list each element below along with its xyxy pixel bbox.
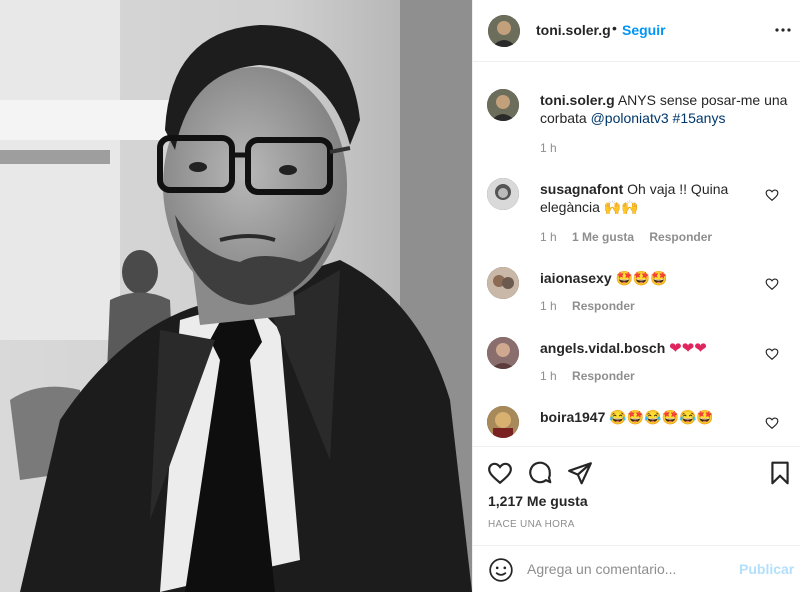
save-bookmark-icon[interactable] (767, 460, 793, 486)
share-send-icon[interactable] (567, 460, 593, 486)
caption-timestamp[interactable]: 1 h (540, 141, 557, 155)
commenter-avatar[interactable] (487, 178, 519, 210)
caption-mention-link[interactable]: @poloniatv3 (591, 110, 669, 126)
commenter-avatar[interactable] (487, 406, 519, 438)
post-photo[interactable] (0, 0, 472, 592)
comment-likes-count[interactable]: 1 Me gusta (572, 230, 634, 244)
comment-timestamp[interactable]: 1 h (540, 369, 557, 383)
avatar-image (487, 406, 519, 438)
post-timestamp[interactable]: HACE UNA HORA (488, 519, 575, 530)
like-comment-heart-icon[interactable] (765, 188, 779, 202)
caption-username[interactable]: toni.soler.g (540, 92, 615, 108)
avatar-image (487, 178, 519, 210)
like-comment-heart-icon[interactable] (765, 347, 779, 361)
caption-hashtag-link[interactable]: #15anys (673, 110, 726, 126)
comment-icon[interactable] (527, 460, 553, 486)
reply-button[interactable]: Responder (572, 299, 635, 313)
comment-meta: 1 h 1 Me gusta Responder (540, 230, 724, 244)
raising-hands-emoji-icon: 🙌🙌 (603, 199, 639, 215)
post-side-panel: toni.soler.g • Seguir toni.soler.g ANYS … (472, 0, 800, 592)
emoji-smile-icon[interactable] (488, 557, 514, 583)
commenter-avatar[interactable] (487, 267, 519, 299)
comment-username[interactable]: boira1947 (540, 409, 605, 425)
author-avatar[interactable] (488, 15, 520, 47)
comment-meta: 1 h Responder (540, 369, 647, 383)
like-comment-heart-icon[interactable] (765, 277, 779, 291)
reply-button[interactable]: Responder (572, 369, 635, 383)
comment-text-block: angels.vidal.bosch ❤❤❤ (540, 339, 760, 358)
reply-button[interactable]: Responder (649, 230, 712, 244)
separator-dot: • (612, 20, 617, 36)
comment-text-block: iaionasexy 🤩🤩🤩 (540, 269, 740, 287)
avatar-image (488, 15, 520, 47)
caption-text-block: toni.soler.g ANYS sense posar-me una cor… (540, 91, 790, 127)
comment-timestamp[interactable]: 1 h (540, 230, 557, 244)
post-header: toni.soler.g • Seguir (473, 0, 800, 62)
commenter-avatar[interactable] (487, 337, 519, 369)
author-username[interactable]: toni.soler.g (536, 22, 611, 38)
add-comment-bar: Publicar (473, 545, 800, 592)
red-heart-emoji-icon: ❤❤❤ (669, 340, 707, 357)
avatar-image (487, 337, 519, 369)
comment-input[interactable] (527, 558, 727, 580)
comment-username[interactable]: susagnafont (540, 181, 623, 197)
like-heart-icon[interactable] (487, 460, 513, 486)
star-struck-emoji-icon: 🤩🤩🤩 (615, 270, 668, 286)
like-comment-heart-icon[interactable] (765, 416, 779, 430)
likes-count[interactable]: 1,217 Me gusta (488, 493, 588, 509)
laughing-star-struck-emoji-icon: 😂🤩😂🤩😂🤩 (609, 409, 714, 425)
avatar-image (487, 267, 519, 299)
publish-button[interactable]: Publicar (739, 561, 794, 577)
comment-text-block: susagnafont Oh vaja !! Quina elegància 🙌… (540, 180, 740, 216)
more-horizontal-icon[interactable] (771, 18, 795, 42)
selfie-image (0, 0, 472, 592)
comment-username[interactable]: iaionasexy (540, 270, 612, 286)
post-actions: 1,217 Me gusta HACE UNA HORA (473, 446, 800, 546)
comment-meta: 1 h Responder (540, 299, 647, 313)
follow-button[interactable]: Seguir (622, 22, 666, 38)
comment-username[interactable]: angels.vidal.bosch (540, 340, 665, 356)
avatar-image (487, 89, 519, 121)
caption-avatar[interactable] (487, 89, 519, 121)
comment-text-block: boira1947 😂🤩😂🤩😂🤩 (540, 408, 760, 426)
comment-timestamp[interactable]: 1 h (540, 299, 557, 313)
